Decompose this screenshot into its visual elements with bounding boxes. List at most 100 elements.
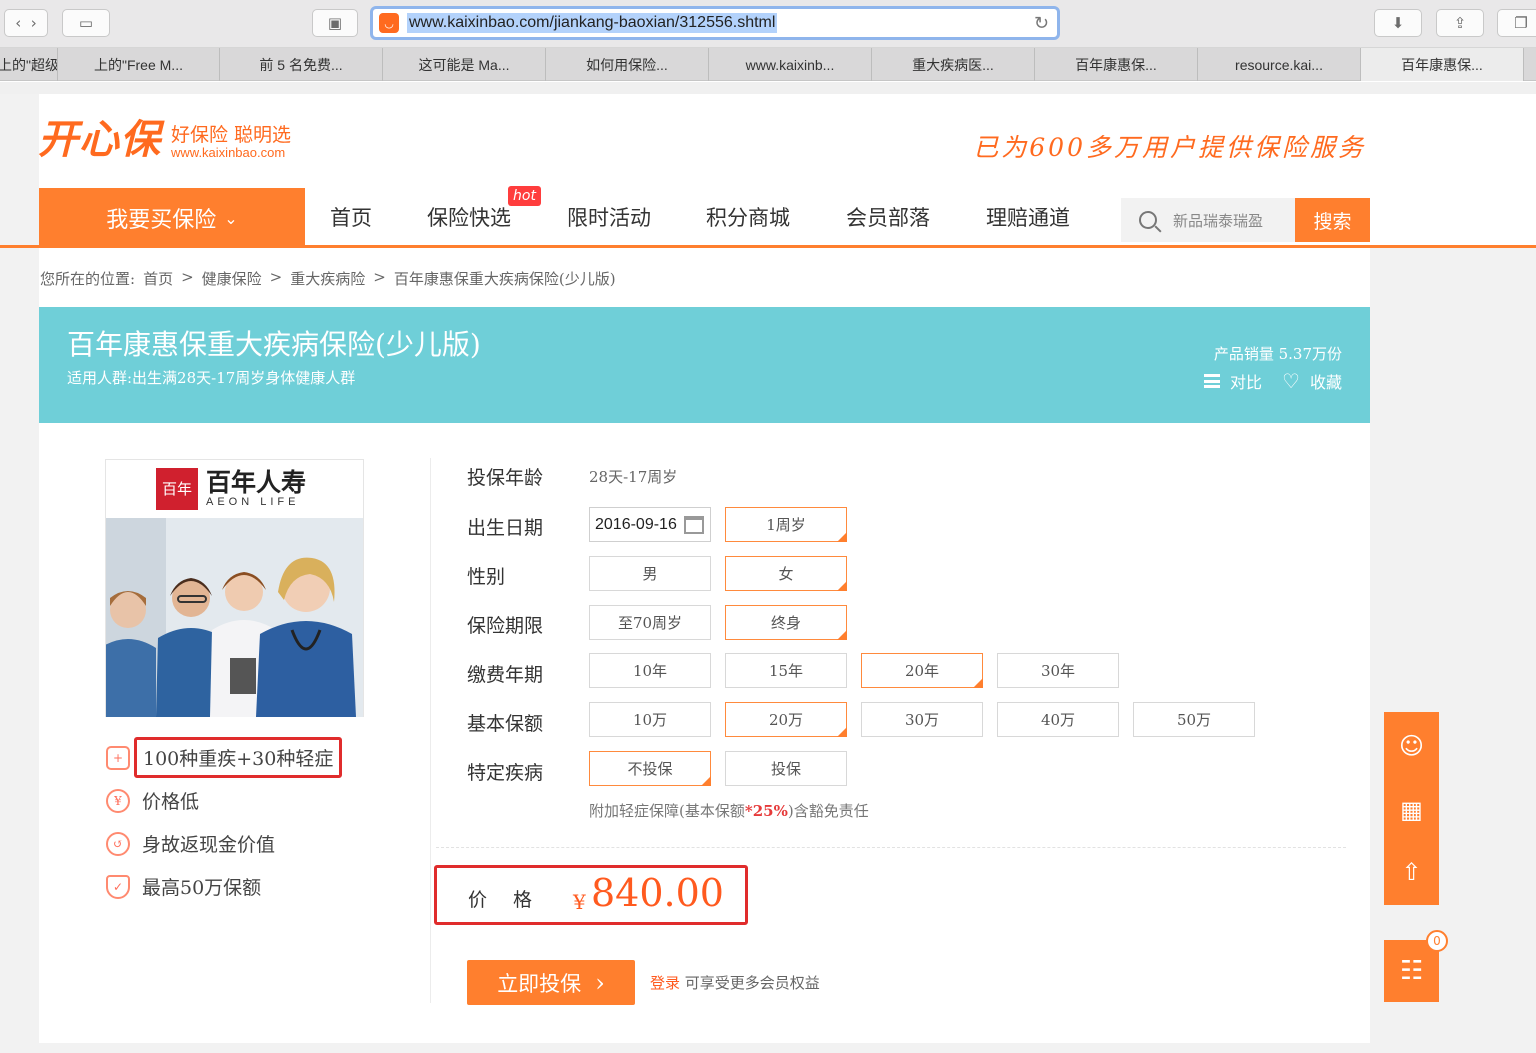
site-logo[interactable]: 开心保 好保险 聪明选 www.kaixinbao.com [38, 118, 291, 162]
term-option-lifetime[interactable]: 终身 [725, 605, 847, 640]
breadcrumb-current: 百年康惠保重大疾病保险(少儿版) [393, 270, 616, 288]
browser-tab[interactable]: 百年康惠保... [1035, 48, 1198, 81]
nav-item-quick-select[interactable]: 保险快选 [427, 202, 511, 232]
download-icon[interactable]: ⬇ [1374, 9, 1422, 37]
sum-option-30w[interactable]: 30万 [861, 702, 983, 737]
site-favicon-icon: ◡ [379, 13, 399, 33]
browser-tab[interactable]: 上的"Free M... [58, 48, 220, 81]
note-text: )含豁免责任 [787, 802, 869, 820]
nav-item-points-mall[interactable]: 积分商城 [706, 202, 790, 232]
sidebar-toggle-icon[interactable]: ▭ [62, 9, 110, 37]
page-gutter-bottom [0, 1043, 1536, 1053]
nav-item-home[interactable]: 首页 [330, 202, 372, 232]
breadcrumb-critical-illness[interactable]: 重大疾病险 [290, 268, 365, 289]
search-icon [1139, 211, 1157, 229]
search-button[interactable]: 搜索 [1295, 198, 1370, 242]
nav-item-claims[interactable]: 理赔通道 [986, 202, 1070, 232]
product-image-card: 百年 百年人寿 AEON LIFE [105, 459, 364, 717]
browser-tab[interactable]: 前 5 名免费... [220, 48, 383, 81]
customer-service-icon[interactable]: ☺ [1384, 714, 1439, 778]
browser-tab-active[interactable]: 百年康惠保... [1361, 48, 1524, 81]
logo-tagline: 好保险 聪明选 [171, 124, 292, 146]
tabs-overview-icon[interactable]: ❐ [1497, 9, 1536, 37]
back-to-top-rocket-icon[interactable]: ⇧ [1384, 840, 1439, 904]
reader-icon[interactable]: ▣ [312, 9, 358, 37]
page-gutter-right [1370, 248, 1536, 1053]
browser-toolbar: ‹ › ▭ ▣ ◡ www.kaixinbao.com/jiankang-bao… [0, 0, 1536, 48]
yen-icon: ¥ [106, 788, 130, 813]
search-input[interactable]: 新品瑞泰瑞盈 [1121, 198, 1296, 242]
gender-option-female[interactable]: 女 [725, 556, 847, 591]
compare-button[interactable]: 对比 [1230, 369, 1262, 393]
browser-tab[interactable]: resource.kai... [1198, 48, 1361, 81]
special-option-enroll[interactable]: 投保 [725, 751, 847, 786]
browser-tab[interactable]: 重大疾病医... [872, 48, 1035, 81]
browser-tab[interactable]: 上的"超级 [0, 48, 58, 81]
sum-option-10w[interactable]: 10万 [589, 702, 711, 737]
note-text: 附加轻症保障(基本保额 [589, 802, 745, 820]
logo-wordmark: 开心保 [38, 116, 161, 163]
browser-tab[interactable]: 这可能是 Ma... [383, 48, 546, 81]
special-option-decline[interactable]: 不投保 [589, 751, 711, 786]
birthday-field[interactable]: 2016-09-16 [589, 507, 711, 542]
breadcrumb-prefix: 您所在的位置: [40, 270, 136, 288]
feature-text: 价格低 [142, 791, 200, 813]
coverage-note: 附加轻症保障(基本保额*25%)含豁免责任 [589, 800, 869, 821]
pay-period-option-20[interactable]: 20年 [861, 653, 983, 688]
main-nav: 我要买保险 ⌄ 首页 保险快选 hot 限时活动 积分商城 会员部落 理赔通道 … [0, 186, 1536, 248]
qr-code-icon[interactable]: ▦ [1384, 778, 1439, 842]
logo-domain: www.kaixinbao.com [171, 145, 286, 160]
tab-label: 上的"Free M... [94, 56, 183, 73]
share-icon[interactable]: ⇪ [1436, 9, 1484, 37]
price-currency: ¥ [573, 890, 586, 914]
calendar-icon[interactable] [684, 516, 704, 534]
tab-label: resource.kai... [1235, 56, 1323, 73]
site-slogan: 已为600多万用户提供保险服务 [973, 133, 1366, 162]
reload-icon[interactable]: ↻ [1034, 13, 1049, 34]
tab-label: 重大疾病医... [912, 56, 994, 73]
chevron-right-icon: › [595, 968, 605, 997]
apply-button[interactable]: 立即投保 › [467, 960, 635, 1005]
breadcrumb-separator: > [373, 268, 386, 286]
tab-strip: 上的"超级 上的"Free M... 前 5 名免费... 这可能是 Ma...… [0, 48, 1536, 81]
favorite-button[interactable]: 收藏 [1310, 369, 1342, 393]
age-display-chip: 1周岁 [725, 507, 847, 542]
sum-option-40w[interactable]: 40万 [997, 702, 1119, 737]
logo-tagline-block: 好保险 聪明选 www.kaixinbao.com [171, 126, 291, 162]
nurses-photo-illustration [106, 518, 363, 717]
tab-label: 前 5 名免费... [259, 56, 343, 73]
login-hint-text: 可享受更多会员权益 [684, 974, 820, 992]
gender-option-male[interactable]: 男 [589, 556, 711, 591]
tab-label: www.kaixinb... [745, 56, 835, 73]
breadcrumb-separator: > [269, 268, 283, 286]
birthday-label: 出生日期 [467, 517, 544, 539]
feature-text: 最高50万保额 [142, 877, 262, 899]
feature-item: ✓ 最高50万保额 [106, 865, 342, 908]
term-option-70[interactable]: 至70周岁 [589, 605, 711, 640]
nav-item-promotions[interactable]: 限时活动 [567, 202, 651, 232]
login-link[interactable]: 登录 [650, 974, 680, 992]
term-label: 保险期限 [467, 615, 544, 637]
pay-period-option-15[interactable]: 15年 [725, 653, 847, 688]
buy-insurance-label: 我要买保险 [106, 208, 217, 233]
sum-option-20w[interactable]: 20万 [725, 702, 847, 737]
pay-period-option-30[interactable]: 30年 [997, 653, 1119, 688]
price-value: 840.00 [591, 871, 724, 915]
insurer-name: 百年人寿 [206, 468, 307, 497]
apply-label: 立即投保 [497, 971, 582, 996]
browser-tab[interactable]: www.kaixinb... [709, 48, 872, 81]
sum-option-50w[interactable]: 50万 [1133, 702, 1255, 737]
buy-insurance-menu[interactable]: 我要买保险 ⌄ [39, 188, 305, 248]
breadcrumb-home[interactable]: 首页 [143, 268, 173, 289]
back-forward-button[interactable]: ‹ › [4, 9, 48, 37]
address-bar[interactable]: ◡ www.kaixinbao.com/jiankang-baoxian/312… [370, 6, 1060, 40]
nav-item-members[interactable]: 会员部落 [846, 202, 930, 232]
breadcrumb-health[interactable]: 健康保险 [202, 268, 262, 289]
compare-icon [1204, 374, 1221, 388]
browser-tab[interactable]: 如何用保险... [546, 48, 709, 81]
product-title: 百年康惠保重大疾病保险(少儿版) [67, 328, 481, 361]
tab-label: 上的"超级 [0, 56, 58, 73]
pay-period-option-10[interactable]: 10年 [589, 653, 711, 688]
price-box: 价格 ¥ 840.00 [434, 865, 748, 925]
url-text[interactable]: www.kaixinbao.com/jiankang-baoxian/31255… [407, 13, 778, 33]
